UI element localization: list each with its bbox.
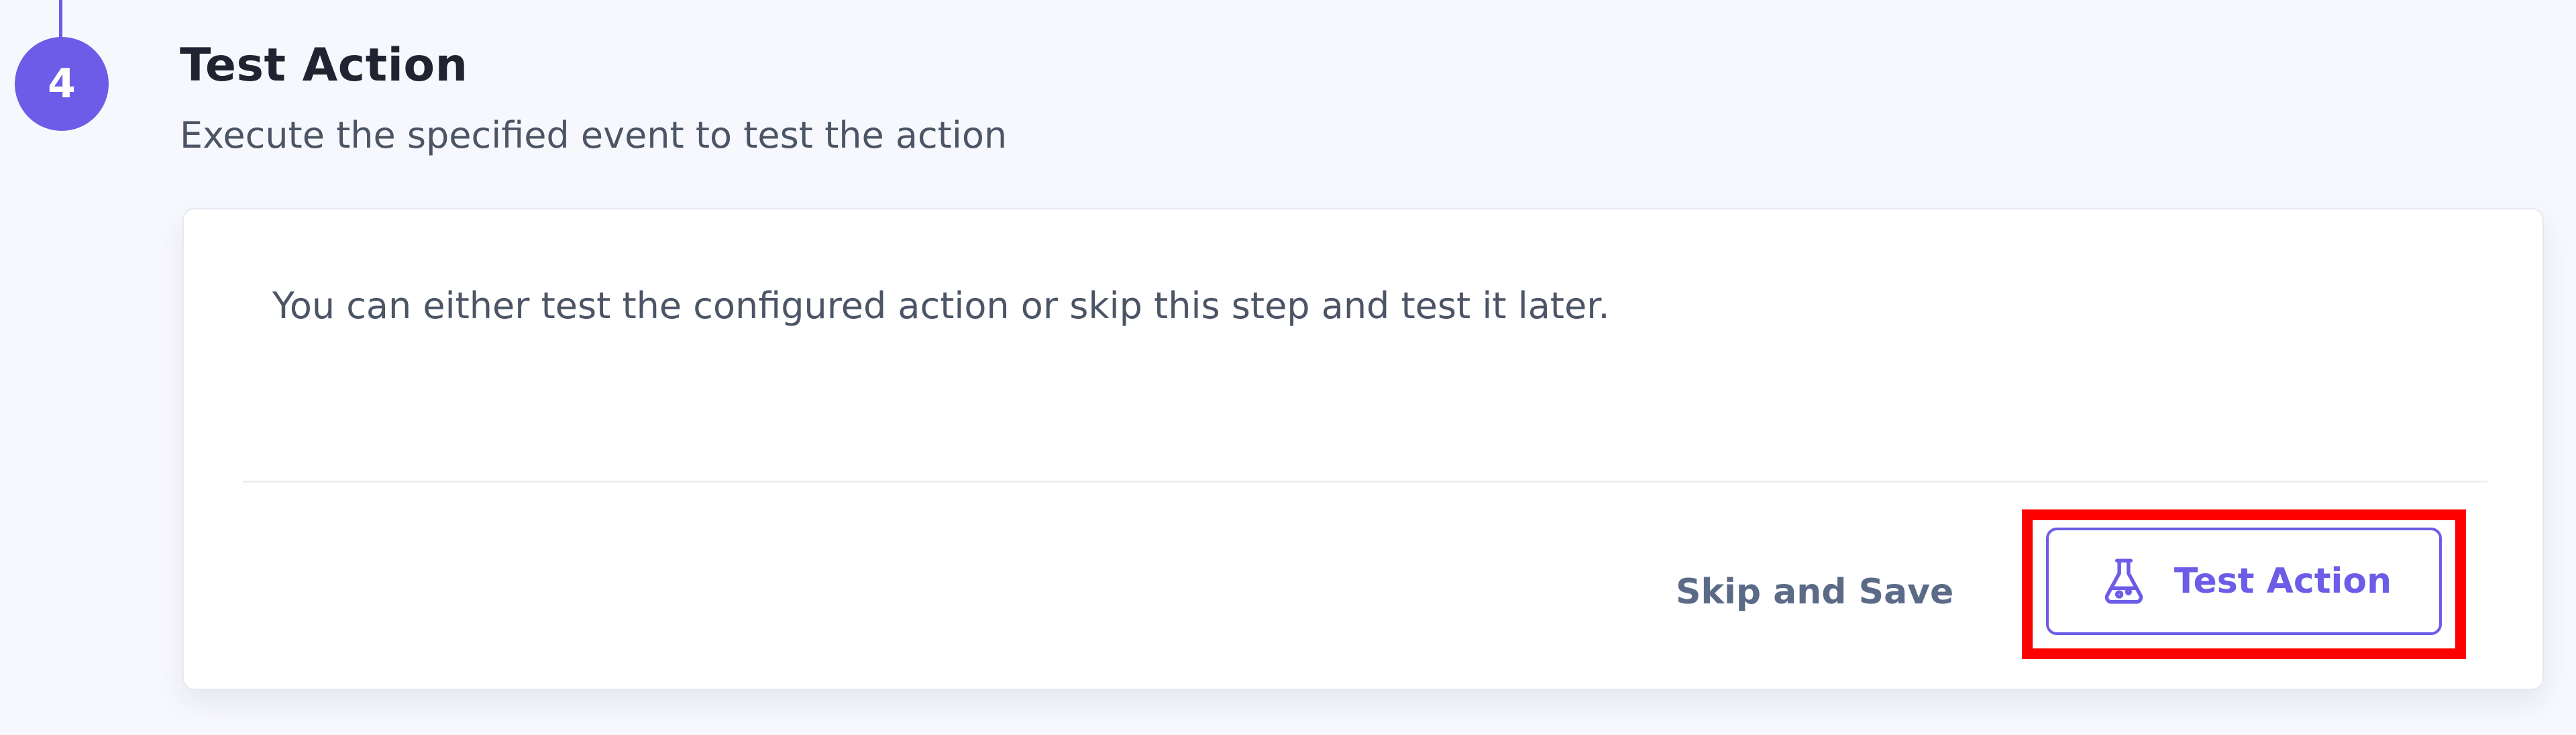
step-number-badge: 4 — [15, 37, 109, 131]
test-action-step: 4 Test Action Execute the specified even… — [0, 0, 2576, 735]
card-divider — [243, 481, 2487, 483]
test-action-card: You can either test the configured actio… — [182, 208, 2544, 690]
test-action-button[interactable]: Test Action — [2046, 528, 2442, 635]
test-action-label: Test Action — [2174, 561, 2392, 601]
card-message: You can either test the configured actio… — [272, 285, 1610, 327]
step-title: Test Action — [180, 39, 468, 92]
step-subtitle: Execute the specified event to test the … — [180, 114, 1008, 156]
flask-icon — [2096, 554, 2151, 609]
step-connector-line — [59, 0, 62, 42]
skip-and-save-button[interactable]: Skip and Save — [1657, 552, 1972, 632]
